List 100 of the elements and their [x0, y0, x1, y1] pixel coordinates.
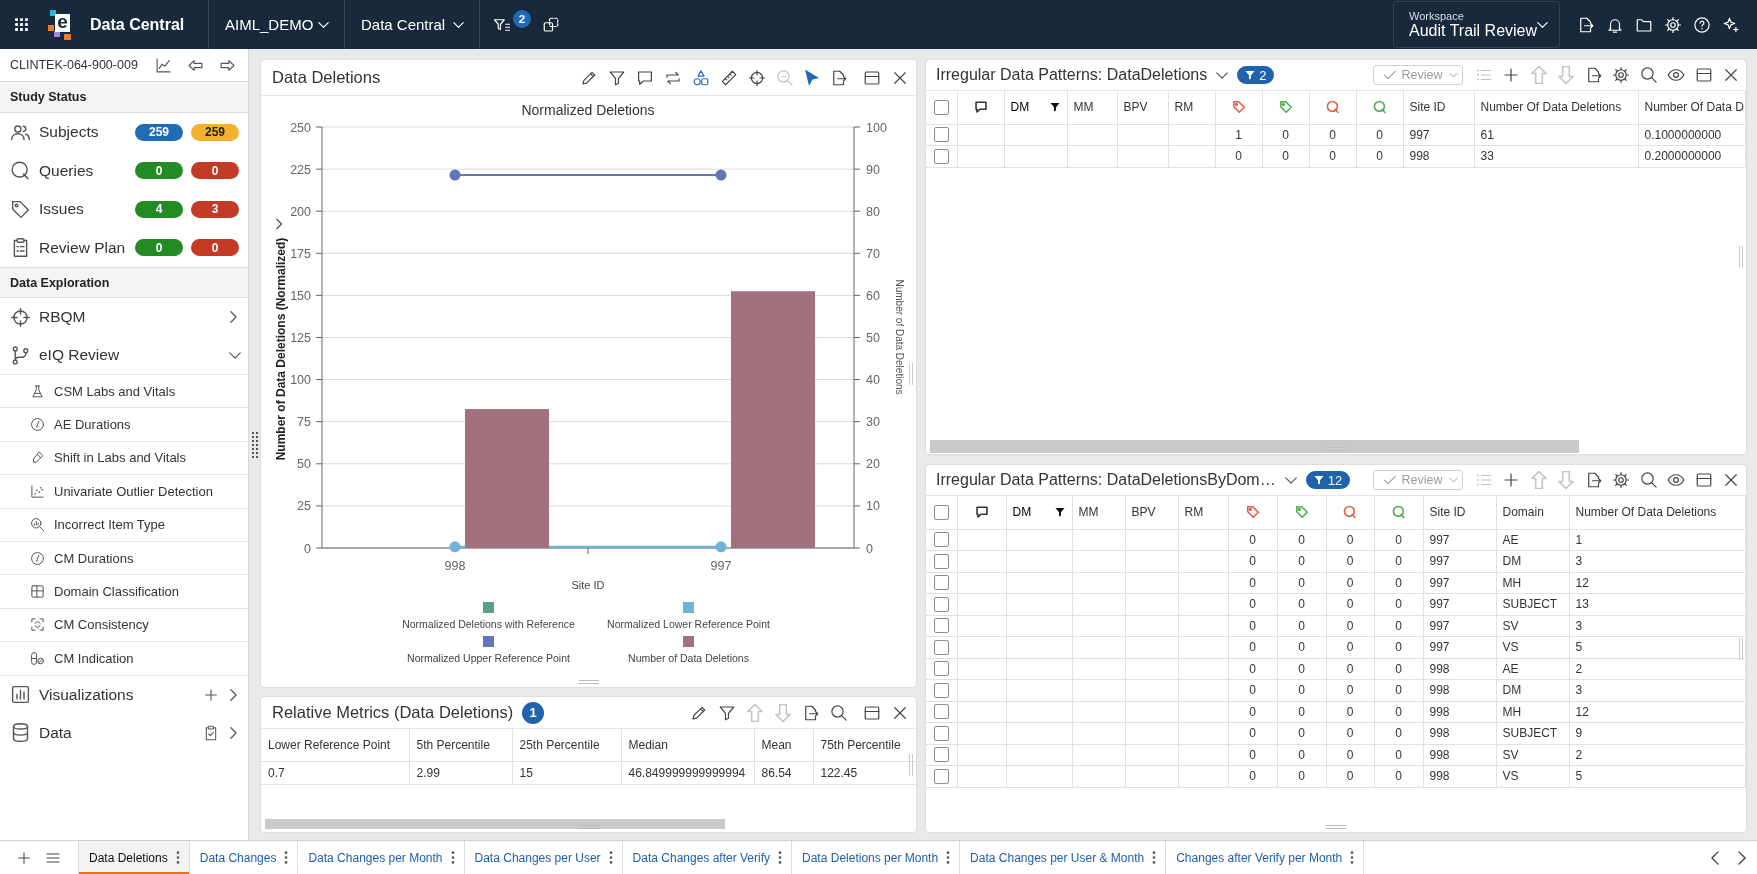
column-header[interactable]: Number Of Data D	[1638, 91, 1746, 124]
nav-item[interactable]: eIQ Review	[0, 336, 248, 374]
close-icon[interactable]	[1722, 471, 1740, 489]
filter-list-icon[interactable]	[493, 16, 511, 34]
checkbox[interactable]	[933, 682, 949, 698]
export-icon[interactable]	[830, 68, 848, 87]
close-icon[interactable]	[1722, 66, 1740, 84]
checkbox[interactable]	[933, 596, 949, 612]
nav-item[interactable]: CSM Labs and Vitals	[0, 375, 248, 409]
more-icon[interactable]	[946, 851, 951, 864]
sparkle-icon[interactable]	[1722, 15, 1740, 34]
layout-icon[interactable]	[1694, 471, 1713, 489]
column-header[interactable]: Site ID	[1423, 496, 1496, 529]
column-header[interactable]	[1228, 496, 1277, 529]
filter-icon[interactable]	[608, 68, 626, 87]
settings-icon[interactable]	[1612, 66, 1630, 84]
filter-count-button[interactable]: 12	[1305, 471, 1351, 489]
nav-item[interactable]: CM Consistency	[0, 608, 248, 643]
line-chart-icon[interactable]	[155, 56, 172, 74]
tab[interactable]: Data Changes per User	[464, 841, 623, 874]
context-dropdown[interactable]: Data Central	[344, 0, 480, 49]
more-icon[interactable]	[1350, 851, 1355, 864]
column-header[interactable]: BPV	[1117, 91, 1168, 124]
chevron-down-icon[interactable]	[1284, 476, 1297, 484]
legend-label[interactable]: Number of Data Deletions	[628, 652, 749, 664]
crosshair-icon[interactable]	[748, 68, 766, 87]
layout-icon[interactable]	[1694, 66, 1713, 84]
search-icon[interactable]	[830, 703, 848, 722]
status-item[interactable]: Issues 4 3	[0, 190, 248, 229]
legend-label[interactable]: Normalized Upper Reference Point	[407, 652, 570, 664]
tab[interactable]: Data Changes	[189, 841, 299, 874]
search-icon[interactable]	[1639, 471, 1658, 489]
resize-handle[interactable]	[578, 825, 599, 829]
add-icon[interactable]	[1502, 471, 1520, 489]
add-icon[interactable]	[1502, 66, 1520, 84]
status-item[interactable]: Subjects 259 259	[0, 113, 248, 152]
comment-icon[interactable]	[636, 68, 654, 87]
column-header[interactable]: 75th Percentile	[813, 729, 916, 761]
more-icon[interactable]	[778, 851, 783, 864]
checkbox[interactable]	[933, 639, 949, 655]
tab[interactable]: Changes after Verify per Month	[1166, 841, 1365, 874]
legend-label[interactable]: Normalized Lower Reference Point	[607, 618, 770, 630]
more-icon[interactable]	[284, 851, 289, 864]
tab[interactable]: Data Changes per Month	[298, 841, 465, 874]
nav-item[interactable]: Shift in Labs and Vitals	[0, 441, 248, 476]
more-icon[interactable]	[1152, 851, 1157, 864]
checkbox[interactable]	[933, 747, 949, 763]
checkbox[interactable]	[933, 575, 949, 591]
column-header[interactable]: DM	[1004, 91, 1067, 124]
nav-item[interactable]: Data	[0, 713, 248, 752]
checkbox[interactable]	[933, 768, 949, 784]
more-icon[interactable]	[175, 851, 180, 864]
chevron-left-icon[interactable]	[1711, 850, 1719, 865]
clipboard-check-icon[interactable]	[203, 724, 219, 741]
tab[interactable]: Data Changes per User & Month	[960, 841, 1167, 874]
nav-item[interactable]: RBQM	[0, 298, 248, 336]
add-icon[interactable]	[16, 849, 32, 866]
workspace-dropdown[interactable]: Workspace Audit Trail Review	[1393, 1, 1560, 48]
chevron-right-icon[interactable]	[230, 688, 237, 701]
nav-item[interactable]: CM Indication	[0, 642, 248, 676]
chevron-right-icon[interactable]	[1738, 850, 1746, 865]
column-header[interactable]: RM	[1168, 91, 1215, 124]
scrollbar[interactable]	[265, 819, 725, 829]
cursor-icon[interactable]	[804, 68, 820, 87]
column-header[interactable]: Median	[621, 729, 754, 761]
help-icon[interactable]	[1693, 15, 1711, 34]
checkbox[interactable]	[933, 661, 949, 677]
tab[interactable]: Data Changes after Verify	[622, 841, 793, 874]
eye-icon[interactable]	[1667, 66, 1685, 84]
scrollbar[interactable]	[930, 440, 1579, 453]
column-header[interactable]: Mean	[754, 729, 813, 761]
nav-item[interactable]: Domain Classification	[0, 575, 248, 609]
shapes-icon[interactable]	[692, 68, 710, 87]
apps-icon[interactable]	[13, 16, 30, 33]
checkbox[interactable]	[933, 99, 949, 115]
chevron-right-icon[interactable]	[275, 218, 283, 230]
resize-handle[interactable]	[578, 680, 599, 684]
chevron-down-icon[interactable]	[1216, 71, 1229, 79]
export-icon[interactable]	[802, 703, 820, 722]
column-header[interactable]: Domain	[1496, 496, 1569, 529]
legend-label[interactable]: Normalized Deletions with Reference	[402, 618, 575, 630]
filter-icon[interactable]	[718, 703, 736, 722]
checkbox[interactable]	[933, 532, 949, 548]
chevron-down-icon[interactable]	[229, 351, 241, 359]
column-header[interactable]: DM	[1006, 496, 1072, 529]
layout-icon[interactable]	[863, 68, 881, 87]
nav-item[interactable]: Incorrect Item Type	[0, 508, 248, 542]
column-header[interactable]: 5th Percentile	[409, 729, 512, 761]
column-header[interactable]	[1215, 91, 1262, 124]
copy-icon[interactable]	[542, 15, 560, 34]
filter-count-button[interactable]: 2	[1237, 66, 1275, 84]
checkbox[interactable]	[933, 618, 949, 634]
more-icon[interactable]	[608, 851, 613, 864]
app-logo[interactable]: e	[48, 9, 72, 40]
filter-icon[interactable]	[1053, 506, 1066, 519]
column-header[interactable]: MM	[1072, 496, 1125, 529]
resize-handle[interactable]	[252, 431, 258, 458]
nav-item[interactable]: AE Durations	[0, 408, 248, 442]
column-header[interactable]: Number Of Data Deletions	[1474, 91, 1638, 124]
chevron-right-icon[interactable]	[230, 726, 237, 739]
